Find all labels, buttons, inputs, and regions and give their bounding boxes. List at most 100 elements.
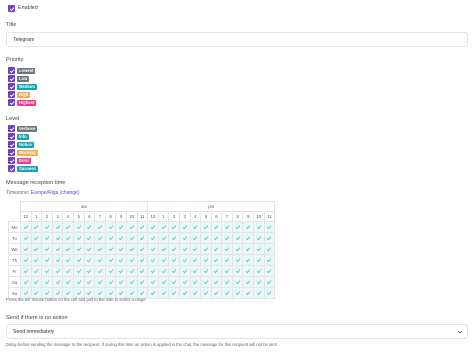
schedule-cell[interactable] [94,254,106,266]
schedule-cell[interactable] [221,276,233,288]
schedule-cell[interactable] [83,276,96,288]
schedule-cell[interactable] [242,287,255,299]
schedule-cell[interactable] [83,232,96,244]
schedule-cell[interactable] [20,265,32,277]
schedule-cell[interactable] [41,232,53,244]
schedule-cell[interactable] [72,265,85,277]
schedule-cell[interactable] [125,265,138,277]
priority-checkbox-highest[interactable] [8,99,15,106]
schedule-cell[interactable] [242,254,255,266]
schedule-cell[interactable] [147,232,159,244]
schedule-cell[interactable] [41,265,53,277]
schedule-cell[interactable] [41,276,53,288]
schedule-cell[interactable] [20,254,32,266]
schedule-cell[interactable] [136,276,149,288]
schedule-cell[interactable] [115,221,127,233]
schedule-cell[interactable] [157,265,170,277]
schedule-cell[interactable] [136,254,149,266]
schedule-cell[interactable] [168,221,180,233]
schedule-cell[interactable] [51,243,64,255]
schedule-cell[interactable] [168,254,180,266]
title-input[interactable]: Telegram [6,32,468,47]
schedule-cell[interactable] [72,221,85,233]
schedule-cell[interactable] [178,265,191,277]
level-checkbox-notice[interactable] [8,141,15,148]
schedule-cell[interactable] [200,221,212,233]
schedule-cell[interactable] [168,287,180,299]
schedule-cell[interactable] [263,276,276,288]
schedule-cell[interactable] [200,232,212,244]
schedule-cell[interactable] [178,232,191,244]
schedule-cell[interactable] [189,254,202,266]
schedule-cell[interactable] [263,221,276,233]
schedule-cell[interactable] [221,265,233,277]
schedule-cell[interactable] [125,232,138,244]
schedule-cell[interactable] [200,265,212,277]
schedule-cell[interactable] [136,243,149,255]
schedule-cell[interactable] [41,221,53,233]
schedule-cell[interactable] [210,221,223,233]
schedule-cell[interactable] [147,265,159,277]
schedule-cell[interactable] [147,276,159,288]
schedule-cell[interactable] [200,276,212,288]
no-action-select[interactable]: Send immediately [6,324,468,339]
schedule-cell[interactable] [253,221,265,233]
schedule-cell[interactable] [263,232,276,244]
schedule-cell[interactable] [253,254,265,266]
schedule-cell[interactable] [231,232,244,244]
schedule-cell[interactable] [104,276,117,288]
schedule-cell[interactable] [30,232,43,244]
schedule-cell[interactable] [242,265,255,277]
schedule-cell[interactable] [147,287,159,299]
schedule-cell[interactable] [136,265,149,277]
schedule-cell[interactable] [125,254,138,266]
schedule-cell[interactable] [51,265,64,277]
schedule-cell[interactable] [210,254,223,266]
schedule-cell[interactable] [94,276,106,288]
schedule-cell[interactable] [189,265,202,277]
schedule-cell[interactable] [125,221,138,233]
schedule-cell[interactable] [157,232,170,244]
schedule-cell[interactable] [189,221,202,233]
schedule-cell[interactable] [210,232,223,244]
schedule-cell[interactable] [94,232,106,244]
schedule-cell[interactable] [115,265,127,277]
schedule-cell[interactable] [200,254,212,266]
schedule-cell[interactable] [157,221,170,233]
enabled-checkbox[interactable] [8,5,15,12]
schedule-cell[interactable] [62,265,74,277]
schedule-cell[interactable] [115,276,127,288]
schedule-cell[interactable] [20,221,32,233]
schedule-cell[interactable] [20,276,32,288]
schedule-cell[interactable] [231,221,244,233]
level-checkbox-error[interactable] [8,157,15,164]
schedule-cell[interactable] [62,232,74,244]
schedule-cell[interactable] [62,243,74,255]
timezone-change-link[interactable]: (change) [60,190,80,196]
schedule-cell[interactable] [104,254,117,266]
schedule-cell[interactable] [147,254,159,266]
schedule-cell[interactable] [83,265,96,277]
schedule-cell[interactable] [83,254,96,266]
schedule-cell[interactable] [51,276,64,288]
level-checkbox-info[interactable] [8,133,15,140]
schedule-cell[interactable] [83,221,96,233]
schedule-cell[interactable] [20,232,32,244]
schedule-cell[interactable] [136,221,149,233]
schedule-cell[interactable] [51,254,64,266]
schedule-cell[interactable] [263,265,276,277]
schedule-cell[interactable] [210,287,223,299]
priority-checkbox-low[interactable] [8,75,15,82]
schedule-cell[interactable] [253,276,265,288]
schedule-cell[interactable] [253,265,265,277]
schedule-cell[interactable] [62,221,74,233]
schedule-cell[interactable] [157,287,170,299]
schedule-cell[interactable] [231,254,244,266]
schedule-cell[interactable] [178,287,191,299]
schedule-cell[interactable] [115,232,127,244]
schedule-cell[interactable] [125,243,138,255]
schedule-cell[interactable] [178,243,191,255]
schedule-cell[interactable] [125,276,138,288]
schedule-cell[interactable] [104,232,117,244]
schedule-cell[interactable] [157,243,170,255]
